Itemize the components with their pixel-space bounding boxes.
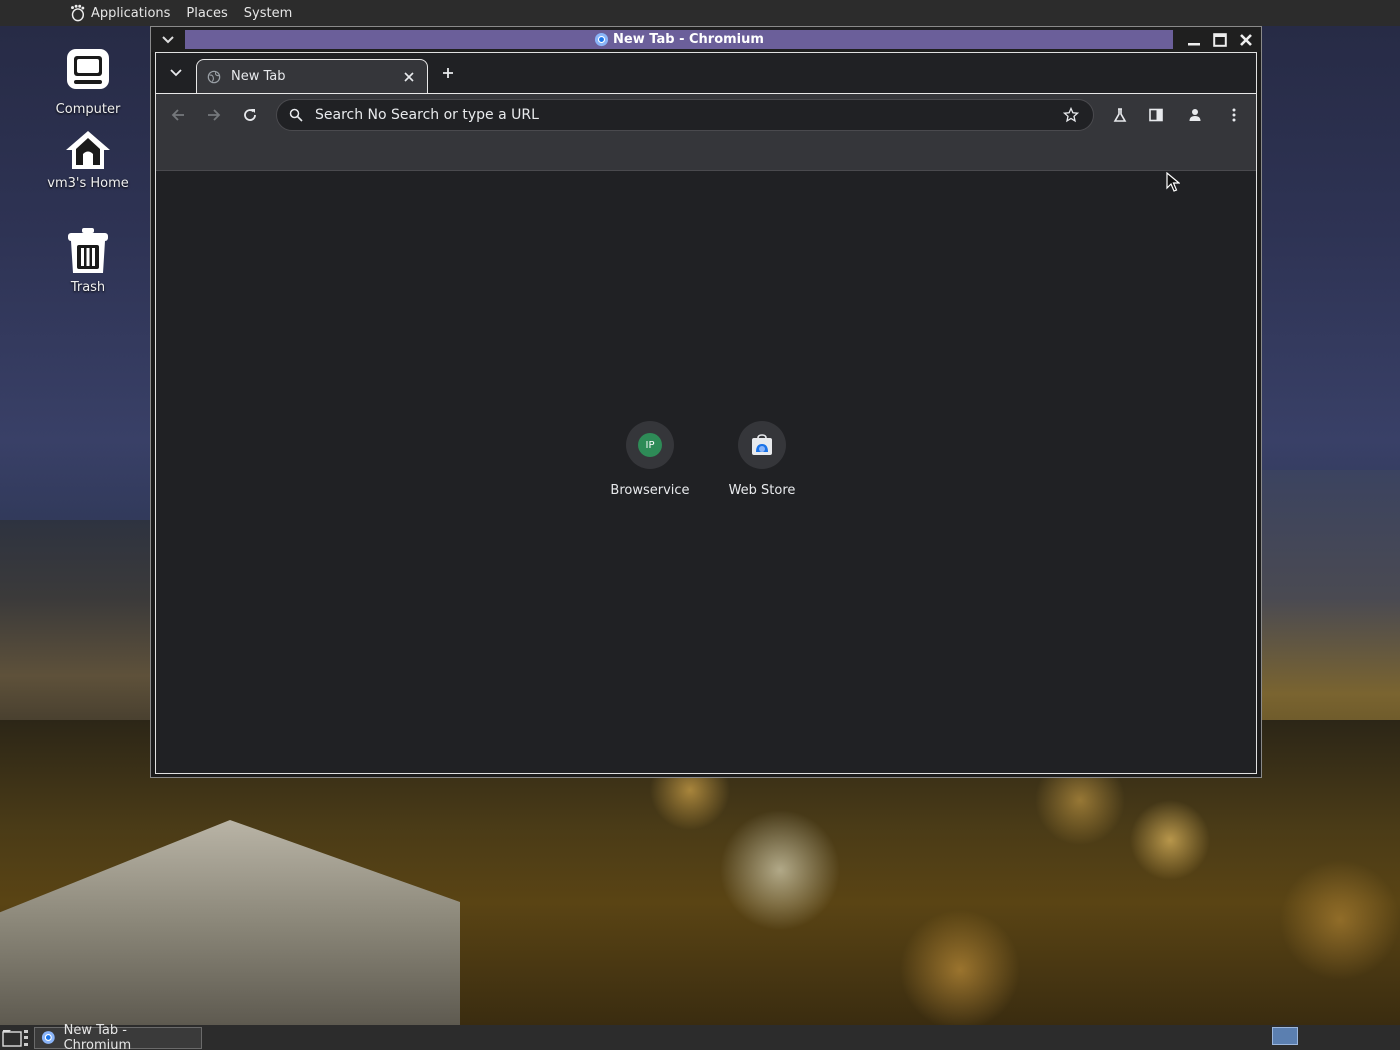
workspace-switcher[interactable]: [1272, 1027, 1298, 1045]
places-menu[interactable]: Places: [186, 6, 227, 21]
web-store-icon: [752, 434, 772, 455]
system-menu-label: System: [243, 5, 293, 21]
top-panel: Applications Places System: [0, 0, 1400, 26]
desktop-icon-computer[interactable]: Computer: [43, 46, 133, 117]
window-titlebar[interactable]: New Tab - Chromium: [151, 27, 1261, 52]
minimize-icon: [1188, 42, 1200, 45]
close-icon: [404, 71, 414, 82]
trash-icon: [68, 228, 108, 273]
maximize-button[interactable]: [1211, 31, 1229, 49]
gnome-foot-icon: [71, 4, 85, 22]
new-tab-page: IP Browservice Web Store: [156, 171, 1256, 773]
tab-close-button[interactable]: [401, 69, 417, 85]
chromium-window: New Tab - Chromium New Tab Search No Sea…: [150, 26, 1262, 778]
tab-title: New Tab: [231, 69, 286, 84]
labs-button[interactable]: [1108, 103, 1132, 127]
places-menu-label: Places: [186, 5, 228, 21]
browser-frame: New Tab Search No Search or type a URL I…: [155, 52, 1257, 774]
taskbar-handle[interactable]: [24, 1029, 28, 1046]
arrow-right-icon: [208, 109, 221, 121]
browser-toolbar: Search No Search or type a URL: [156, 93, 1256, 135]
flask-icon: [1113, 108, 1127, 122]
window-controls: [1185, 27, 1255, 52]
shortcut-browservice[interactable]: IP Browservice: [594, 421, 706, 498]
tab-new-tab[interactable]: New Tab: [196, 59, 428, 93]
chevron-down-icon: [162, 35, 174, 43]
taskbar-item-chromium[interactable]: New Tab - Chromium: [34, 1023, 202, 1050]
side-panel-icon: [1149, 108, 1163, 122]
shortcut-label: Web Store: [728, 483, 796, 498]
tab-search-button[interactable]: [164, 61, 188, 85]
desktop-icon-trash[interactable]: Trash: [43, 226, 133, 295]
close-window-button[interactable]: [1237, 31, 1255, 49]
plus-icon: [443, 68, 453, 78]
window-title-bar-active[interactable]: New Tab - Chromium: [185, 30, 1173, 49]
side-panel-button[interactable]: [1144, 103, 1168, 127]
desktop-icon-trash-label: Trash: [70, 280, 106, 295]
chromium-icon: [594, 32, 609, 47]
grip-dot: [24, 1029, 28, 1033]
applications-menu[interactable]: Applications: [68, 4, 170, 22]
show-desktop-button[interactable]: [0, 1025, 24, 1050]
maximize-icon: [1213, 32, 1227, 47]
shortcut-label: Browservice: [610, 483, 690, 498]
close-icon: [1240, 33, 1252, 46]
back-button[interactable]: [166, 103, 190, 127]
chevron-down-icon: [170, 69, 182, 77]
reload-icon: [244, 109, 256, 121]
desktop-icon-home-label: vm3's Home: [47, 176, 129, 191]
system-menu[interactable]: System: [244, 6, 292, 21]
shortcut-web-store[interactable]: Web Store: [706, 421, 818, 498]
arrow-left-icon: [171, 109, 184, 121]
globe-icon: [207, 70, 221, 83]
window-title: New Tab - Chromium: [613, 32, 764, 47]
applications-menu-label: Applications: [91, 5, 171, 21]
desktop-icon-computer-label: Computer: [55, 102, 121, 117]
browser-menu-button[interactable]: [1222, 103, 1246, 127]
grip-dot: [24, 1036, 28, 1039]
ip-badge-text: IP: [645, 439, 655, 451]
window-menu-button[interactable]: [151, 27, 185, 52]
mouse-pointer-icon: [1166, 172, 1180, 192]
tab-strip: New Tab: [156, 53, 1256, 93]
bookmark-star-button[interactable]: [1061, 105, 1081, 125]
shortcut-tile: IP: [626, 421, 674, 469]
reload-button[interactable]: [238, 103, 262, 127]
grip-dot: [24, 1042, 28, 1046]
chromium-icon: [41, 1031, 55, 1044]
show-desktop-icon: [2, 1029, 22, 1047]
new-tab-button[interactable]: [436, 61, 460, 85]
taskbar-item-label: New Tab - Chromium: [63, 1022, 132, 1050]
ip-icon: IP: [638, 433, 662, 457]
more-vert-icon: [1232, 108, 1236, 122]
computer-icon: [67, 49, 109, 89]
person-icon: [1189, 109, 1201, 121]
address-bar-placeholder: Search No Search or type a URL: [315, 107, 539, 123]
bottom-taskbar: New Tab - Chromium: [0, 1023, 1400, 1050]
profile-button[interactable]: [1183, 103, 1207, 127]
minimize-button[interactable]: [1185, 31, 1203, 49]
home-icon: [66, 131, 110, 169]
star-icon: [1063, 107, 1079, 123]
shortcut-tile: [738, 421, 786, 469]
search-icon: [289, 108, 303, 122]
desktop-icon-home[interactable]: vm3's Home: [43, 128, 133, 191]
forward-button[interactable]: [202, 103, 226, 127]
address-bar[interactable]: Search No Search or type a URL: [276, 99, 1094, 131]
bookmarks-bar: [156, 135, 1256, 171]
